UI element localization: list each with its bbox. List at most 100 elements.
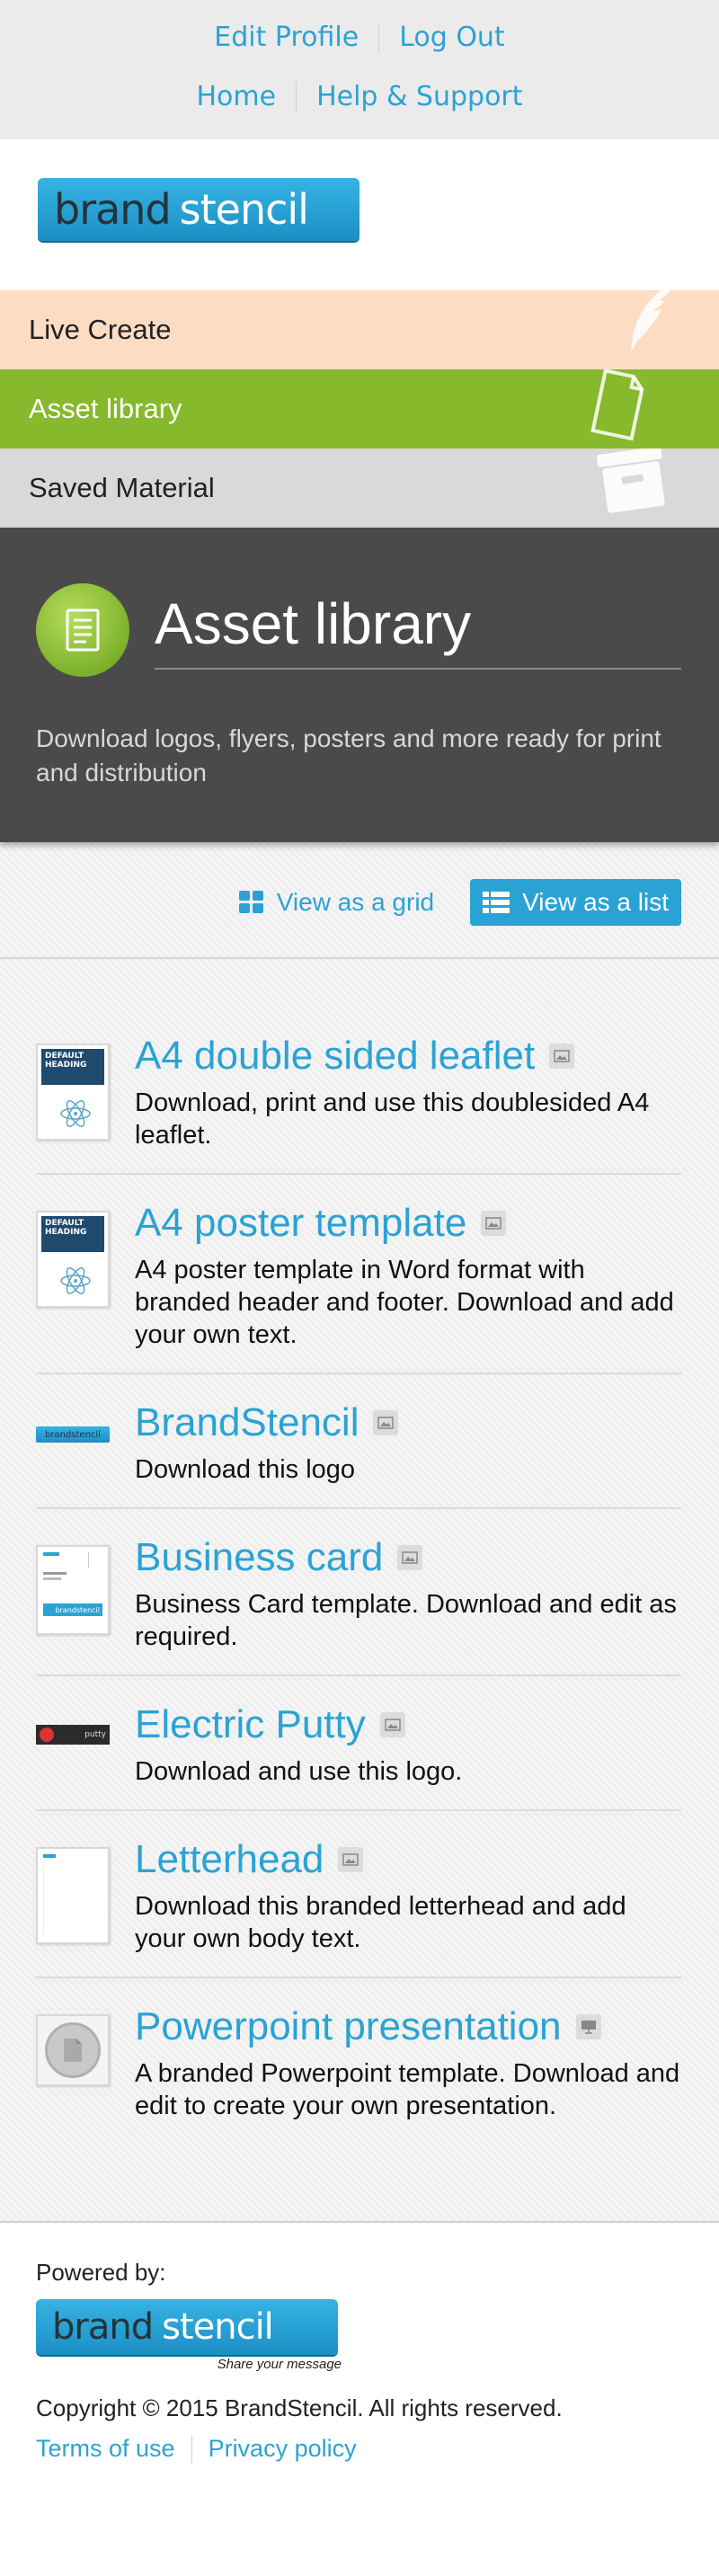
quill-icon bbox=[620, 290, 683, 369]
file-placeholder-icon bbox=[45, 2022, 101, 2078]
page-description: Download logos, flyers, posters and more… bbox=[36, 724, 661, 786]
asset-description: Download, print and use this doublesided… bbox=[135, 1088, 650, 1150]
asset-title-link[interactable]: A4 poster template bbox=[135, 1198, 466, 1248]
nav-item-live-create[interactable]: Live Create bbox=[0, 290, 719, 369]
list-item: DEFAULT HEADING A4 double sided leaflet … bbox=[36, 1031, 681, 1175]
asset-title-link[interactable]: Powerpoint presentation bbox=[135, 2002, 562, 2052]
list-item: Powerpoint presentation A branded Powerp… bbox=[36, 2002, 681, 2144]
asset-description: Download this logo bbox=[135, 1455, 356, 1484]
home-link[interactable]: Home bbox=[176, 79, 296, 115]
powered-by-label: Powered by: bbox=[36, 2259, 166, 2286]
thumb-heading: DEFAULT HEADING bbox=[45, 1052, 87, 1070]
view-grid-label: View as a grid bbox=[276, 888, 435, 916]
account-links: Edit Profile Log Out Home Help & Support bbox=[0, 0, 719, 139]
asset-thumbnail[interactable] bbox=[36, 2002, 110, 2122]
logo-word-stencil: stencil bbox=[162, 2306, 274, 2348]
list-item: brandstencil BrandStencil Download this … bbox=[36, 1398, 681, 1509]
view-grid-button[interactable]: View as a grid bbox=[238, 888, 435, 917]
asset-title-link[interactable]: Electric Putty bbox=[135, 1700, 366, 1750]
list-item: putty Electric Putty Download and use th… bbox=[36, 1700, 681, 1811]
atom-icon bbox=[60, 1267, 91, 1294]
asset-thumbnail[interactable] bbox=[36, 1834, 110, 1955]
account-row: Edit Profile Log Out bbox=[0, 20, 719, 56]
view-toggle-bar: View as a grid View as a list bbox=[0, 842, 719, 959]
asset-title-link[interactable]: A4 double sided leaflet bbox=[135, 1031, 535, 1081]
asset-info: A4 double sided leaflet Download, print … bbox=[135, 1031, 681, 1151]
asset-title-row: A4 poster template bbox=[135, 1198, 681, 1248]
thumb-logo-text: brandstencil bbox=[55, 1605, 100, 1614]
asset-library-icon bbox=[36, 583, 129, 677]
asset-description: A branded Powerpoint template. Download … bbox=[135, 2059, 680, 2120]
grid-icon bbox=[238, 891, 263, 913]
asset-thumbnail[interactable]: DEFAULT HEADING bbox=[36, 1198, 110, 1351]
privacy-policy-link[interactable]: Privacy policy bbox=[209, 2435, 357, 2463]
help-support-link[interactable]: Help & Support bbox=[297, 79, 542, 115]
page-title: Asset library bbox=[155, 591, 472, 656]
asset-thumbnail[interactable]: DEFAULT HEADING bbox=[36, 1031, 110, 1151]
image-icon bbox=[338, 1847, 364, 1872]
file-cabinet-icon bbox=[591, 449, 674, 524]
hero-header: Asset library bbox=[36, 583, 681, 677]
edit-profile-link[interactable]: Edit Profile bbox=[194, 20, 378, 56]
nav-label: Saved Material bbox=[29, 472, 215, 503]
asset-thumbnail[interactable]: putty bbox=[36, 1700, 110, 1788]
asset-title-row: Business card bbox=[135, 1532, 681, 1583]
footer-logo-wrap: brand stencil Share your message bbox=[36, 2299, 342, 2372]
asset-info: A4 poster template A4 poster template in… bbox=[135, 1198, 681, 1351]
log-out-link[interactable]: Log Out bbox=[379, 20, 525, 56]
list-item: DEFAULT HEADING A4 poster template A4 po… bbox=[36, 1198, 681, 1374]
asset-info: Electric Putty Download and use this log… bbox=[135, 1700, 681, 1788]
asset-thumbnail[interactable]: brandstencil bbox=[36, 1398, 110, 1486]
image-icon bbox=[481, 1211, 507, 1236]
terms-of-use-link[interactable]: Terms of use bbox=[36, 2435, 175, 2463]
asset-info: Business card Business Card template. Do… bbox=[135, 1532, 681, 1653]
divider bbox=[191, 2435, 192, 2463]
nav-item-saved-material[interactable]: Saved Material bbox=[0, 449, 719, 528]
image-icon bbox=[373, 1410, 399, 1435]
atom-icon bbox=[60, 1100, 91, 1127]
logo-word-stencil: stencil bbox=[179, 185, 309, 234]
nav-item-asset-library[interactable]: Asset library bbox=[0, 369, 719, 449]
list-icon bbox=[483, 892, 510, 913]
asset-title-link[interactable]: BrandStencil bbox=[135, 1398, 359, 1448]
asset-description: A4 poster template in Word format with b… bbox=[135, 1256, 674, 1349]
electric-putty-mark-icon bbox=[40, 1728, 54, 1742]
copyright-text: Copyright © 2015 BrandStencil. All right… bbox=[36, 2394, 563, 2421]
asset-description: Download and use this logo. bbox=[135, 1757, 463, 1786]
image-icon bbox=[397, 1545, 423, 1570]
asset-title-row: Electric Putty bbox=[135, 1700, 681, 1750]
logo-tagline: Share your message bbox=[217, 2357, 342, 2372]
asset-title-row: Powerpoint presentation bbox=[135, 2002, 681, 2052]
header-logo-bar: brand stencil bbox=[0, 139, 719, 290]
nav-label: Live Create bbox=[29, 314, 172, 345]
image-icon bbox=[379, 1712, 405, 1737]
nav-label: Asset library bbox=[29, 393, 182, 424]
document-icon bbox=[586, 369, 649, 449]
site-footer: Powered by: brand stencil Share your mes… bbox=[0, 2221, 719, 2522]
view-list-button[interactable]: View as a list bbox=[470, 879, 681, 926]
asset-description: Download this branded letterhead and add… bbox=[135, 1892, 626, 1953]
list-item: Letterhead Download this branded letterh… bbox=[36, 1834, 681, 1978]
main-content: View as a grid View as a list DEFAULT HE… bbox=[0, 842, 719, 2221]
brandstencil-logo[interactable]: brand stencil bbox=[38, 178, 360, 241]
asset-title-row: Letterhead bbox=[135, 1834, 681, 1885]
asset-title-link[interactable]: Letterhead bbox=[135, 1834, 324, 1885]
legal-links: Terms of use Privacy policy bbox=[36, 2435, 719, 2463]
hero-title-wrap: Asset library bbox=[155, 591, 681, 670]
footer-brandstencil-logo[interactable]: brand stencil bbox=[36, 2299, 338, 2355]
thumb-logo-text: brandstencil bbox=[45, 1429, 101, 1440]
asset-description: Business Card template. Download and edi… bbox=[135, 1590, 677, 1651]
asset-info: Letterhead Download this branded letterh… bbox=[135, 1834, 681, 1955]
logo-word-brand: brand bbox=[54, 185, 172, 234]
image-icon bbox=[549, 1044, 575, 1069]
asset-title-row: BrandStencil bbox=[135, 1398, 681, 1448]
main-nav: Live Create Asset library Saved Material bbox=[0, 290, 719, 528]
page-hero: Asset library Download logos, flyers, po… bbox=[0, 528, 719, 842]
asset-title-row: A4 double sided leaflet bbox=[135, 1031, 681, 1081]
asset-title-link[interactable]: Business card bbox=[135, 1532, 383, 1583]
asset-info: Powerpoint presentation A branded Powerp… bbox=[135, 2002, 681, 2122]
asset-list: DEFAULT HEADING A4 double sided leaflet … bbox=[0, 959, 719, 2221]
asset-thumbnail[interactable]: brandstencil bbox=[36, 1532, 110, 1653]
view-list-label: View as a list bbox=[522, 888, 669, 916]
list-item: brandstencil Business card Business Card… bbox=[36, 1532, 681, 1676]
